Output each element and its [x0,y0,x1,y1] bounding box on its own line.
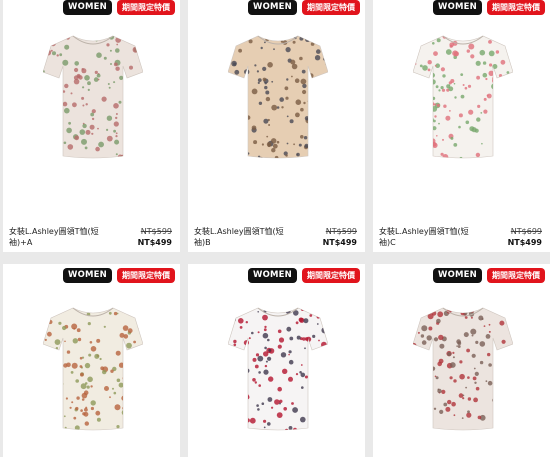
limited-sale-badge: 期間限定特價 [302,0,360,15]
women-badge: WOMEN [248,0,297,15]
sale-price: NT$499 [137,238,172,247]
sale-price: NT$499 [507,238,542,247]
original-price: NT$599 [140,227,172,236]
badge-group: WOMEN 期間限定特價 [63,268,175,283]
price-block: NT$599 NT$499 [323,226,357,248]
product-name[interactable]: 女裝L.Ashley圓領T恤(短袖)+A [9,226,109,248]
product-card[interactable]: WOMEN 期間限定特價 [3,264,180,457]
product-image[interactable] [228,304,328,432]
badge-group: WOMEN 期間限定特價 [433,0,545,15]
original-price: NT$699 [510,227,542,236]
price-block: NT$699 NT$499 [508,226,542,248]
badge-group: WOMEN 期間限定特價 [433,268,545,283]
shirt-body [228,35,328,159]
badge-group: WOMEN 期間限定特價 [248,0,360,15]
product-name[interactable]: 女裝L.Ashley圓領T恤(短袖)B [194,226,294,248]
badge-group: WOMEN 期間限定特價 [63,0,175,15]
price-block: NT$599 NT$499 [138,226,172,248]
limited-sale-badge: 期間限定特價 [302,268,360,283]
product-grid: WOMEN 期間限定特價 女裝L.Ashley圓領T恤(短袖)+A NT$599… [0,0,550,457]
product-card[interactable]: WOMEN 期間限定特價 [373,264,550,457]
product-image[interactable] [413,32,513,160]
product-card[interactable]: WOMEN 期間限定特價 [188,264,365,457]
women-badge: WOMEN [433,0,482,15]
badge-group: WOMEN 期間限定特價 [248,268,360,283]
women-badge: WOMEN [433,268,482,283]
shirt-body [43,307,143,431]
product-card[interactable]: WOMEN 期間限定特價 女裝L.Ashley圓領T恤(短袖)B NT$599 … [188,0,365,252]
limited-sale-badge: 期間限定特價 [487,0,545,15]
women-badge: WOMEN [63,0,112,15]
limited-sale-badge: 期間限定特價 [117,268,175,283]
women-badge: WOMEN [248,268,297,283]
product-name[interactable]: 女裝L.Ashley圓領T恤(短袖)C [379,226,479,248]
product-image[interactable] [43,32,143,160]
sale-price: NT$499 [322,238,357,247]
product-card[interactable]: WOMEN 期間限定特價 女裝L.Ashley圓領T恤(短袖)C NT$699 … [373,0,550,252]
product-image[interactable] [413,304,513,432]
shirt-body [228,307,328,431]
product-card[interactable]: WOMEN 期間限定特價 女裝L.Ashley圓領T恤(短袖)+A NT$599… [3,0,180,252]
shirt-body [413,307,513,431]
product-image[interactable] [228,32,328,160]
limited-sale-badge: 期間限定特價 [117,0,175,15]
women-badge: WOMEN [63,268,112,283]
product-image[interactable] [43,304,143,432]
limited-sale-badge: 期間限定特價 [487,268,545,283]
original-price: NT$599 [325,227,357,236]
